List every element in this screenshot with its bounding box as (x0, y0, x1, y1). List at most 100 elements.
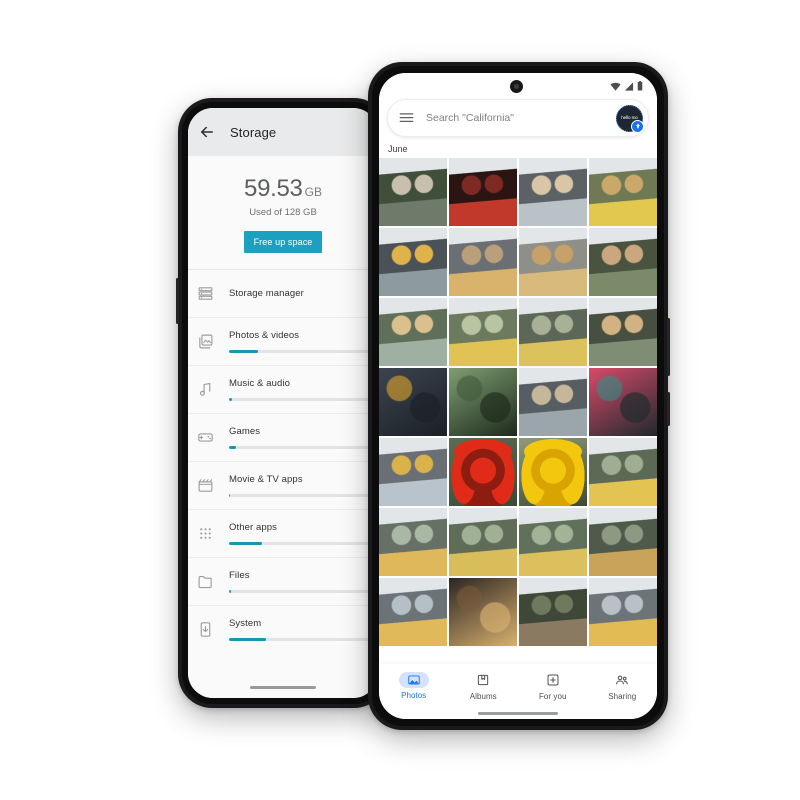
photos-icon-wrap (398, 672, 429, 688)
photos-icon (408, 675, 420, 685)
photo-woman-curly-hand-hair[interactable] (519, 228, 587, 296)
photo-two-men-smiling[interactable] (379, 158, 447, 226)
for-you-icon-wrap (544, 672, 561, 689)
nav-item-label: Photos (401, 691, 427, 700)
storage-row-files[interactable]: Files (188, 558, 378, 606)
sharing-icon (616, 675, 628, 685)
photo-city-lanterns-night[interactable] (379, 368, 447, 436)
back-arrow-icon[interactable] (198, 123, 216, 141)
photo-water-droplets-leaves[interactable] (449, 368, 517, 436)
photo-man-portrait-park[interactable] (519, 578, 587, 646)
photo-man-woman-embrace[interactable] (589, 298, 657, 366)
photo-couple-yellow-garden[interactable] (589, 438, 657, 506)
search-bar[interactable]: Search "California" hello mo (387, 99, 649, 137)
photo-couple-hug-skyline[interactable] (379, 508, 447, 576)
photo-thumbnail (519, 298, 587, 366)
nav-item-photos[interactable]: Photos (379, 672, 449, 700)
photo-man-yellow-bridge[interactable] (589, 578, 657, 646)
photo-group-selfie-yellow[interactable] (589, 158, 657, 226)
games-icon (198, 433, 213, 442)
photo-thumbnail (589, 158, 657, 226)
storage-row-photos-videos[interactable]: Photos & videos (188, 318, 378, 366)
storage-row-progress-track (229, 446, 372, 449)
battery-icon (637, 81, 643, 91)
storage-used-amount: 59.53 (244, 175, 303, 202)
photo-thumbnail (379, 298, 447, 366)
storage-row-label: Photos & videos (229, 330, 300, 342)
photo-couple-city-smiling[interactable] (519, 158, 587, 226)
photo-couple-yellow-park[interactable] (449, 298, 517, 366)
photo-thumbnail (449, 228, 517, 296)
photo-friends-lift-park-two[interactable] (519, 508, 587, 576)
storage-usage-summary: 59.53 GB Used of 128 GB Free up space (188, 156, 378, 253)
photos-phone-power-button[interactable] (667, 392, 670, 426)
photo-woman-night-bokeh[interactable] (449, 578, 517, 646)
storage-row-storage-manager[interactable]: Storage manager (188, 270, 378, 318)
photo-couple-green-shirt[interactable] (589, 228, 657, 296)
photo-man-yellow-skyline[interactable] (379, 578, 447, 646)
photo-friends-yellow-street[interactable] (519, 298, 587, 366)
avatar[interactable]: hello mo (616, 104, 644, 133)
photo-thumbnail (449, 508, 517, 576)
photo-grid-scroll[interactable] (379, 158, 657, 664)
photo-thumbnail (519, 438, 587, 506)
storage-row-games[interactable]: Games (188, 414, 378, 462)
photos-phone-device: Search "California" hello mo June Photos… (368, 62, 670, 730)
photo-woman-curly-yellow[interactable] (449, 228, 517, 296)
nav-item-sharing[interactable]: Sharing (588, 672, 658, 701)
photo-thumbnail (519, 508, 587, 576)
files-icon (198, 575, 212, 589)
photos-phone-gesture-bar[interactable] (379, 708, 657, 719)
photo-piggyback-park[interactable] (379, 298, 447, 366)
storage-row-content: Photos & videos (229, 330, 378, 353)
photo-thumbnail (449, 368, 517, 436)
bottom-navigation: Photos Albums For you Sharing (379, 664, 657, 708)
photo-skater-city[interactable] (379, 438, 447, 506)
photo-thumbnail (589, 228, 657, 296)
storage-row-progress-fill (229, 350, 258, 353)
storage-row-system[interactable]: System (188, 606, 378, 653)
photos-phone-camera-punch-hole (510, 80, 523, 93)
photo-thumbnail (589, 368, 657, 436)
storage-row-content: Other apps (229, 522, 378, 545)
photo-thumbnail (449, 158, 517, 226)
photo-grid (379, 158, 657, 646)
storage-row-music-audio[interactable]: Music & audio (188, 366, 378, 414)
storage-phone-volume-button[interactable] (176, 278, 179, 324)
storage-row-movie-tv-apps[interactable]: Movie & TV apps (188, 462, 378, 510)
hamburger-menu-icon[interactable] (399, 112, 414, 123)
storage-row-label: System (229, 618, 262, 630)
storage-row-other-apps[interactable]: Other apps (188, 510, 378, 558)
photo-man-peace-sign[interactable] (379, 228, 447, 296)
photo-couple-red-light[interactable] (449, 158, 517, 226)
storage-phone-device: Storage 59.53 GB Used of 128 GB Free up s… (176, 98, 388, 708)
photo-friends-table-drinks[interactable] (589, 508, 657, 576)
scene-root: Storage 59.53 GB Used of 128 GB Free up s… (0, 0, 800, 800)
nav-item-albums[interactable]: Albums (449, 672, 519, 701)
photo-thumbnail (379, 368, 447, 436)
photo-three-friends-city[interactable] (519, 368, 587, 436)
photo-red-lily-flower[interactable] (449, 438, 517, 506)
upload-arrow-icon[interactable] (631, 119, 644, 133)
nav-item-for-you[interactable]: For you (518, 672, 588, 701)
storage-row-content: System (229, 618, 378, 641)
albums-icon (478, 674, 489, 686)
storage-usage-line: 59.53 GB (188, 175, 378, 203)
nav-item-label: Sharing (608, 691, 637, 701)
storage-phone-gesture-bar[interactable] (250, 686, 316, 689)
photos-phone-volume-button[interactable] (667, 318, 670, 376)
photo-person-red-teal-back[interactable] (589, 368, 657, 436)
photo-thumbnail (589, 508, 657, 576)
storage-row-content: Movie & TV apps (229, 474, 378, 497)
music-audio-icon (199, 382, 211, 396)
search-input[interactable]: Search "California" (426, 112, 616, 124)
photo-yellow-lily-flower[interactable] (519, 438, 587, 506)
photo-friends-lift-park[interactable] (449, 508, 517, 576)
storage-row-label: Music & audio (229, 378, 290, 390)
photo-thumbnail (449, 438, 517, 506)
free-up-space-button[interactable]: Free up space (243, 231, 323, 253)
storage-used-unit: GB (304, 185, 322, 199)
movie-tv-apps-icon (198, 479, 213, 492)
storage-row-progress-track (229, 638, 372, 641)
photo-thumbnail (519, 228, 587, 296)
